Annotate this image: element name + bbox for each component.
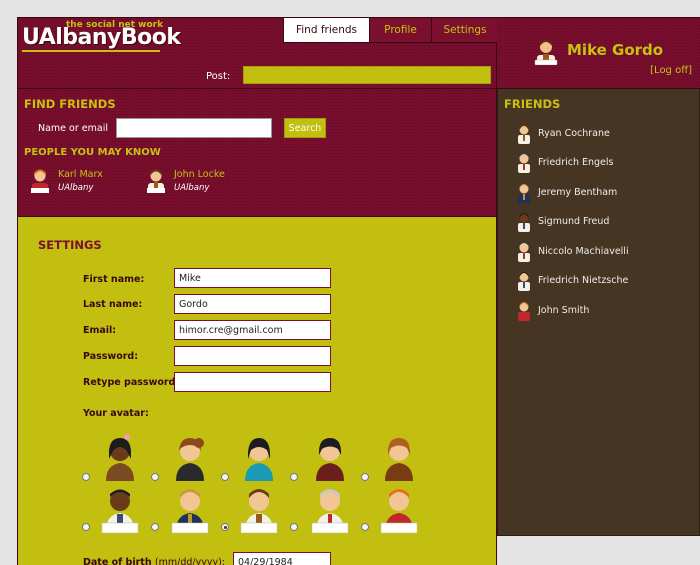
avatar-radio[interactable] xyxy=(290,523,298,531)
password-input[interactable] xyxy=(174,346,331,366)
friend-name[interactable]: Niccolo Machiavelli xyxy=(538,246,629,257)
search-button[interactable]: Search xyxy=(284,118,326,138)
avatar-radio[interactable] xyxy=(290,473,298,481)
friends-sidebar: FRIENDS Ryan Cochrane Friedrich Engels J… xyxy=(497,89,700,536)
post-label: Post: xyxy=(206,71,231,82)
friend-name[interactable]: Friedrich Nietzsche xyxy=(538,275,628,286)
header-bar: UAlbanyBook the social net work Find fri… xyxy=(17,17,498,89)
avatar-radio[interactable] xyxy=(151,473,159,481)
email-label: Email: xyxy=(83,325,117,336)
your-avatar-label: Your avatar: xyxy=(83,408,149,419)
settings-panel: SETTINGS First name: Mike Last name: Gor… xyxy=(17,217,497,565)
friend-name[interactable]: Ryan Cochrane xyxy=(538,128,610,139)
avatar-red-hair-man-icon[interactable] xyxy=(375,483,423,533)
password-label: Password: xyxy=(83,351,139,362)
avatar-radio-selected[interactable] xyxy=(221,523,229,531)
avatar-radio[interactable] xyxy=(361,523,369,531)
name-or-email-label: Name or email xyxy=(38,123,108,134)
tab-find-friends[interactable]: Find friends xyxy=(283,18,369,43)
friend-name[interactable]: John Smith xyxy=(538,305,589,316)
friends-title: FRIENDS xyxy=(504,97,561,111)
avatar-brown-hair-man-icon[interactable] xyxy=(235,483,283,533)
avatar-radio[interactable] xyxy=(361,473,369,481)
name-or-email-input[interactable] xyxy=(116,118,272,138)
avatar-radio[interactable] xyxy=(82,523,90,531)
people-you-may-know-title: PEOPLE YOU MAY KNOW xyxy=(24,147,161,158)
first-name-label: First name: xyxy=(83,274,145,285)
settings-title: SETTINGS xyxy=(38,238,102,252)
tab-profile[interactable]: Profile xyxy=(369,18,431,43)
tab-settings[interactable]: Settings xyxy=(431,18,498,43)
email-input[interactable]: himor.cre@gmail.com xyxy=(174,320,331,340)
friend-avatar-icon xyxy=(518,213,530,232)
logo-tagline: the social net work xyxy=(66,20,164,30)
friend-name[interactable]: Sigmund Freud xyxy=(538,216,609,227)
avatar-auburn-woman-icon[interactable] xyxy=(375,433,423,483)
avatar-grey-hair-man-icon[interactable] xyxy=(306,483,354,533)
avatar-radio[interactable] xyxy=(151,523,159,531)
avatar-radio[interactable] xyxy=(82,473,90,481)
friend-avatar-icon xyxy=(518,243,530,262)
friend-avatar-icon xyxy=(518,125,530,144)
first-name-input[interactable]: Mike xyxy=(174,268,331,288)
avatar-suit-man-icon[interactable] xyxy=(166,483,214,533)
last-name-input[interactable]: Gordo xyxy=(174,294,331,314)
last-name-label: Last name: xyxy=(83,299,143,310)
friend-avatar-icon xyxy=(518,184,530,203)
find-friends-title: FIND FRIENDS xyxy=(24,97,116,111)
user-box: Mike Gordo [Log off] xyxy=(497,17,700,89)
avatar-dark-hair-woman-icon[interactable] xyxy=(306,433,354,483)
date-of-birth-input[interactable]: 04/29/1984 xyxy=(233,552,331,565)
top-navigation: Find friends Profile Settings xyxy=(283,18,498,43)
friend-avatar-icon xyxy=(518,272,530,291)
avatar-radio[interactable] xyxy=(221,473,229,481)
find-friends-panel: FIND FRIENDS Name or email Search PEOPLE… xyxy=(17,89,497,217)
john-locke-avatar-icon xyxy=(147,169,165,193)
suggestion-name[interactable]: John Locke xyxy=(174,169,225,180)
friend-avatar-icon xyxy=(518,154,530,173)
friend-avatar-icon xyxy=(518,302,530,321)
date-of-birth-label: Date of birth (mm/dd/yyyy): xyxy=(83,557,225,565)
suggestion-name[interactable]: Karl Marx xyxy=(58,169,103,180)
karl-marx-avatar-icon xyxy=(31,169,49,193)
logo-underline xyxy=(22,50,160,52)
avatar-brown-hair-woman-icon[interactable] xyxy=(166,433,214,483)
avatar-teal-woman-icon[interactable] xyxy=(235,433,283,483)
post-input[interactable] xyxy=(243,66,491,84)
retype-password-label: Retype password: xyxy=(83,377,180,388)
retype-password-input[interactable] xyxy=(174,372,331,392)
friend-name[interactable]: Jeremy Bentham xyxy=(538,187,617,198)
user-avatar-icon xyxy=(534,40,558,65)
app-logo[interactable]: UAlbanyBook the social net work xyxy=(22,20,181,54)
avatar-black-woman-icon[interactable] xyxy=(96,433,144,483)
suggestion-school: UAlbany xyxy=(174,183,210,193)
logoff-link[interactable]: [Log off] xyxy=(650,65,692,76)
user-name[interactable]: Mike Gordo xyxy=(567,41,663,59)
suggestion-school: UAlbany xyxy=(58,183,94,193)
friend-name[interactable]: Friedrich Engels xyxy=(538,157,614,168)
avatar-black-man-icon[interactable] xyxy=(96,483,144,533)
